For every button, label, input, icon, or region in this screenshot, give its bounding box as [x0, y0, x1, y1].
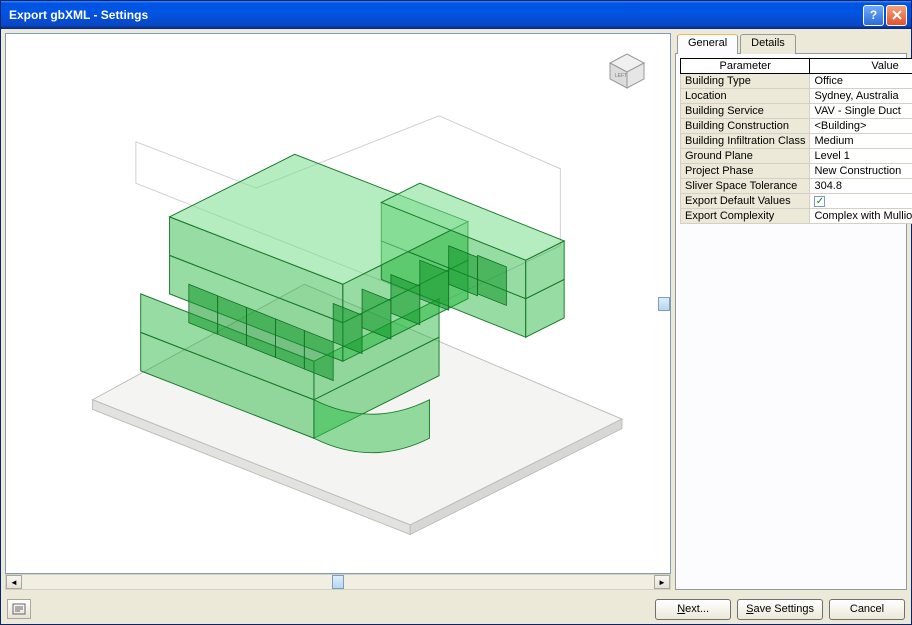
tab-general[interactable]: General [677, 34, 738, 54]
next-button-rest: ext... [685, 603, 709, 615]
scroll-left-button[interactable]: ◄ [6, 575, 22, 589]
titlebar[interactable]: Export gbXML - Settings ? [1, 1, 911, 29]
close-button[interactable] [886, 5, 907, 26]
value-cell[interactable]: 304.8 [810, 179, 912, 194]
value-cell[interactable]: Medium [810, 134, 912, 149]
table-row: Export ComplexityComplex with Mullions a… [681, 209, 912, 224]
help-button[interactable]: ? [863, 5, 884, 26]
table-row: Building Construction<Building> [681, 119, 912, 134]
properties-panel: Parameter Value Building TypeOffice Loca… [675, 53, 907, 590]
svg-text:LEFT: LEFT [615, 73, 627, 79]
building-model [6, 34, 670, 573]
table-row: Sliver Space Tolerance304.8 [681, 179, 912, 194]
show-report-button[interactable] [7, 599, 31, 619]
checkbox-cell[interactable]: ✓ [810, 194, 912, 209]
dialog-window: Export gbXML - Settings ? [0, 0, 912, 625]
tab-details-label: Details [751, 37, 785, 49]
tab-general-label: General [688, 37, 727, 49]
tab-details[interactable]: Details [740, 34, 796, 54]
table-row: Building ServiceVAV - Single Duct [681, 104, 912, 119]
value-cell[interactable]: <Building> [810, 119, 912, 134]
value-cell[interactable]: New Construction [810, 164, 912, 179]
value-cell[interactable]: Complex with Mullions and S [810, 209, 912, 224]
table-row: Project PhaseNew Construction [681, 164, 912, 179]
viewcube[interactable]: LEFT [606, 50, 648, 92]
table-row: Building TypeOffice [681, 74, 912, 89]
column-value: Value [810, 59, 912, 74]
report-icon [12, 603, 26, 615]
save-settings-button[interactable]: Save Settings [737, 599, 823, 620]
table-row: Ground PlaneLevel 1 [681, 149, 912, 164]
column-parameter: Parameter [681, 59, 810, 74]
save-button-rest: ave Settings [753, 603, 814, 615]
value-cell[interactable]: Sydney, Australia [810, 89, 912, 104]
value-cell[interactable]: Office [810, 74, 912, 89]
table-row: LocationSydney, Australia [681, 89, 912, 104]
value-cell[interactable]: Level 1 [810, 149, 912, 164]
value-cell[interactable]: VAV - Single Duct [810, 104, 912, 119]
scroll-right-button[interactable]: ► [654, 575, 670, 589]
table-row: Building Infiltration ClassMedium [681, 134, 912, 149]
cancel-button[interactable]: Cancel [829, 599, 905, 620]
horizontal-scroll-thumb[interactable] [332, 575, 344, 589]
checkbox-icon: ✓ [814, 196, 825, 207]
horizontal-scrollbar[interactable]: ◄ ► [5, 574, 671, 590]
window-title: Export gbXML - Settings [9, 8, 863, 22]
next-button[interactable]: Next... [655, 599, 731, 620]
table-row: Export Default Values✓ [681, 194, 912, 209]
model-viewport[interactable]: LEFT [5, 33, 671, 574]
properties-table: Parameter Value Building TypeOffice Loca… [680, 58, 912, 224]
vertical-scroll-thumb[interactable] [658, 297, 670, 311]
